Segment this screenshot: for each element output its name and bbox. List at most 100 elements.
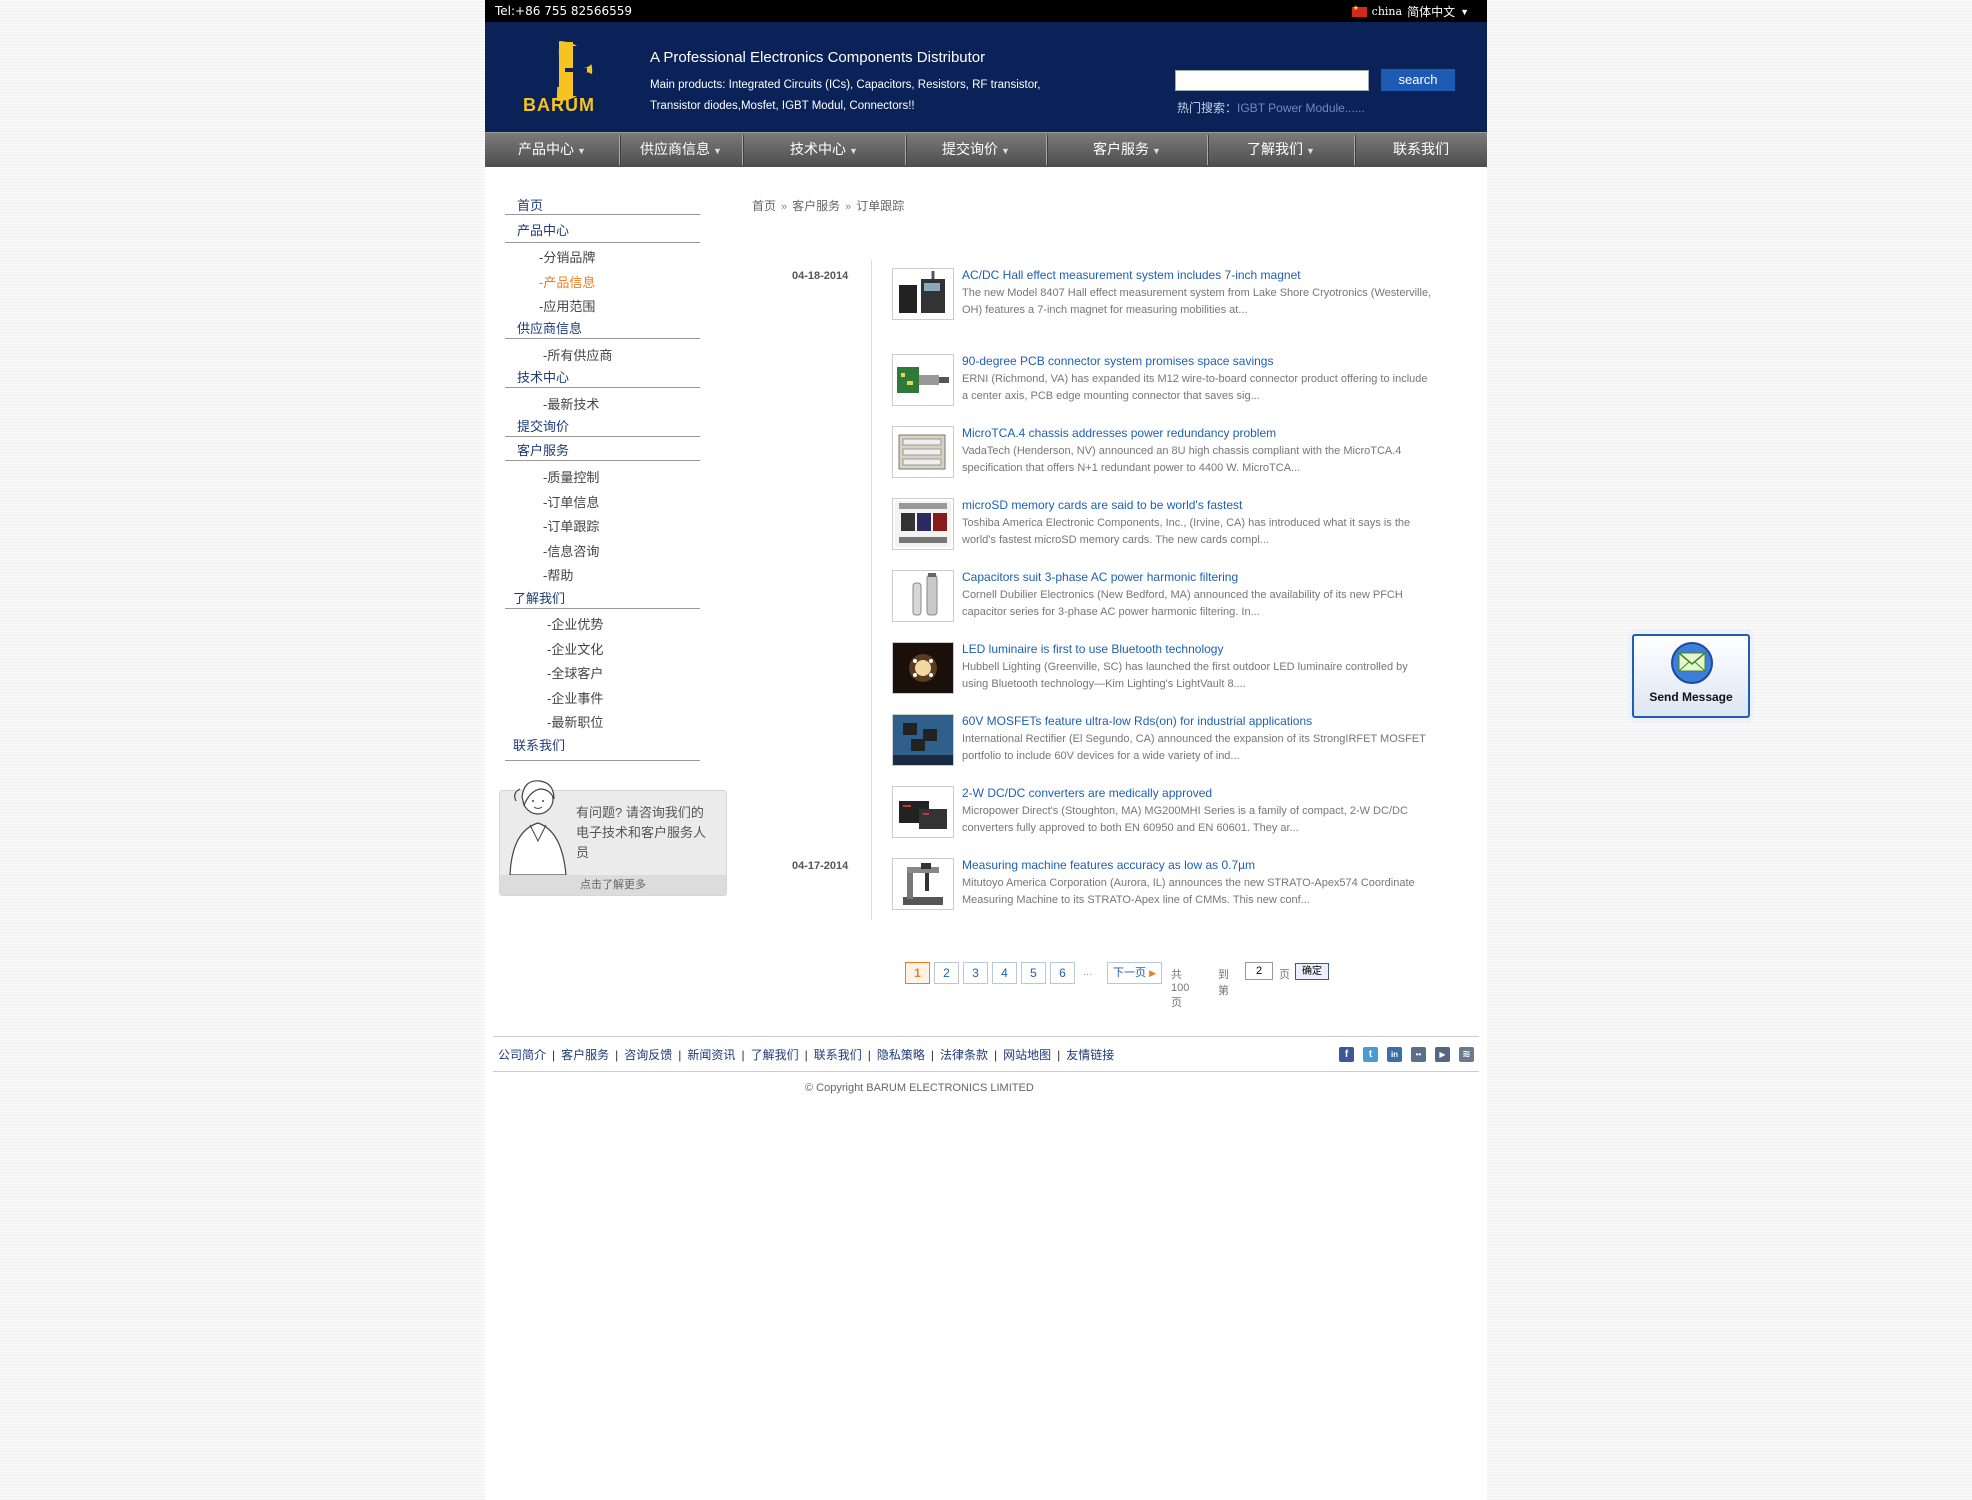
pcb-connector-photo[interactable] bbox=[892, 354, 954, 406]
sidebar-item-products[interactable]: 产品中心 bbox=[517, 220, 569, 239]
footer-link-feedback[interactable]: 咨询反馈 bbox=[624, 1048, 672, 1062]
sidebar-item-tech[interactable]: 技术中心 bbox=[517, 367, 569, 386]
news-title-link[interactable]: 2-W DC/DC converters are medically appro… bbox=[962, 786, 1212, 800]
chevron-down-icon: ▼ bbox=[1152, 146, 1161, 156]
hot-search: 热门搜索：IGBT Power Module...... bbox=[1177, 99, 1365, 116]
page-5-button[interactable]: 5 bbox=[1021, 962, 1046, 984]
footer-link-sitemap[interactable]: 网站地图 bbox=[1003, 1048, 1051, 1062]
search-input[interactable] bbox=[1175, 70, 1369, 91]
sidebar-subitem-quality[interactable]: -质量控制 bbox=[543, 467, 599, 486]
news-item: LED luminaire is first to use Bluetooth … bbox=[892, 642, 1432, 710]
page-4-button[interactable]: 4 bbox=[992, 962, 1017, 984]
send-message-button[interactable]: Send Message bbox=[1632, 634, 1750, 718]
sidebar-subitem-order-info[interactable]: -订单信息 bbox=[543, 492, 599, 511]
linkedin-icon[interactable]: in bbox=[1387, 1047, 1402, 1062]
next-page-button[interactable]: 下一页 ▶ bbox=[1107, 962, 1162, 984]
sidebar-subitem-events[interactable]: -企业事件 bbox=[547, 688, 603, 707]
footer-link-friends[interactable]: 友情链接 bbox=[1066, 1048, 1114, 1062]
help-more-link[interactable]: 点击了解更多 bbox=[500, 875, 726, 895]
help-box[interactable]: 有问题? 请咨询我们的电子技术和客户服务人员 点击了解更多 bbox=[499, 780, 727, 896]
footer-link-company[interactable]: 公司简介 bbox=[498, 1048, 546, 1062]
nav-label: 了解我们 bbox=[1247, 141, 1304, 157]
sidebar-item-inquiry[interactable]: 提交询价 bbox=[517, 416, 569, 435]
sidebar-item-service[interactable]: 客户服务 bbox=[517, 440, 569, 459]
sidebar-subitem-brands[interactable]: -分销品牌 bbox=[539, 247, 595, 266]
rss-icon[interactable]: ≋ bbox=[1459, 1047, 1474, 1062]
news-description: Cornell Dubilier Electronics (New Bedfor… bbox=[962, 589, 1403, 618]
page-3-button[interactable]: 3 bbox=[963, 962, 988, 984]
sidebar-subitem-culture[interactable]: -企业文化 bbox=[547, 639, 603, 658]
language-selector[interactable]: china 简体中文 ▼ bbox=[1351, 3, 1469, 20]
sidebar-subitem-help[interactable]: -帮助 bbox=[543, 565, 573, 584]
breadcrumb-section[interactable]: 客户服务 bbox=[792, 199, 840, 213]
page-6-button[interactable]: 6 bbox=[1050, 962, 1075, 984]
dcdc-converter-photo[interactable] bbox=[892, 786, 954, 838]
sidebar-subitem-jobs[interactable]: -最新职位 bbox=[547, 712, 603, 731]
news-description: The new Model 8407 Hall effect measureme… bbox=[962, 287, 1432, 316]
microsd-photo[interactable] bbox=[892, 498, 954, 550]
pager-confirm-button[interactable]: 确定 bbox=[1295, 963, 1329, 980]
news-title-link[interactable]: 90-degree PCB connector system promises … bbox=[962, 354, 1273, 368]
flickr-icon[interactable]: •• bbox=[1411, 1047, 1426, 1062]
copyright: © Copyright BARUM ELECTRONICS LIMITED bbox=[805, 1082, 1034, 1094]
nav-label: 联系我们 bbox=[1393, 141, 1449, 157]
sidebar-subitem-advantages[interactable]: -企业优势 bbox=[547, 614, 603, 633]
news-title-link[interactable]: Measuring machine features accuracy as l… bbox=[962, 858, 1255, 872]
search-button[interactable]: search bbox=[1381, 69, 1455, 91]
footer-link-news[interactable]: 新闻资讯 bbox=[687, 1048, 735, 1062]
news-title-link[interactable]: LED luminaire is first to use Bluetooth … bbox=[962, 642, 1223, 656]
twitter-icon[interactable]: t bbox=[1363, 1047, 1378, 1062]
sidebar-item-suppliers[interactable]: 供应商信息 bbox=[517, 318, 582, 337]
footer-link-contact[interactable]: 联系我们 bbox=[814, 1048, 862, 1062]
news-title-link[interactable]: microSD memory cards are said to be worl… bbox=[962, 498, 1242, 512]
footer-link-service[interactable]: 客户服务 bbox=[561, 1048, 609, 1062]
chassis-photo[interactable] bbox=[892, 426, 954, 478]
sidebar-item-home[interactable]: 首页 bbox=[517, 195, 543, 214]
footer-link-privacy[interactable]: 隐私策略 bbox=[877, 1048, 925, 1062]
chevron-down-icon: ▼ bbox=[1460, 6, 1469, 17]
sidebar-subitem-latest-tech[interactable]: -最新技术 bbox=[543, 394, 599, 413]
sidebar-subitem-global-clients[interactable]: -全球客户 bbox=[547, 663, 603, 682]
nav-item-service[interactable]: 客户服务 ▼ bbox=[1047, 133, 1207, 167]
hot-search-label: 热门搜索： bbox=[1177, 101, 1238, 115]
nav-item-suppliers[interactable]: 供应商信息 ▼ bbox=[620, 133, 742, 167]
sidebar-subitem-order-tracking[interactable]: -订单跟踪 bbox=[543, 516, 599, 535]
nav-label: 产品中心 bbox=[518, 141, 575, 157]
led-luminaire-photo[interactable] bbox=[892, 642, 954, 694]
cmm-photo[interactable] bbox=[892, 858, 954, 910]
news-title-link[interactable]: Capacitors suit 3-phase AC power harmoni… bbox=[962, 570, 1238, 584]
sidebar-item-about[interactable]: 了解我们 bbox=[513, 588, 565, 607]
nav-item-about[interactable]: 了解我们 ▼ bbox=[1208, 133, 1354, 167]
youtube-icon[interactable]: ▶ bbox=[1435, 1047, 1450, 1062]
mosfet-photo[interactable] bbox=[892, 714, 954, 766]
nav-item-inquiry[interactable]: 提交询价 ▼ bbox=[906, 133, 1046, 167]
sidebar-item-contact[interactable]: 联系我们 bbox=[513, 735, 565, 754]
breadcrumb-home[interactable]: 首页 bbox=[752, 199, 776, 213]
phone-number: Tel:+86 755 82566559 bbox=[495, 4, 632, 18]
capacitor-photo[interactable] bbox=[892, 570, 954, 622]
news-title-link[interactable]: 60V MOSFETs feature ultra-low Rds(on) fo… bbox=[962, 714, 1312, 728]
page-number-input[interactable]: 2 bbox=[1245, 962, 1273, 980]
measurement-system-photo[interactable] bbox=[892, 268, 954, 320]
facebook-icon[interactable]: f bbox=[1339, 1047, 1354, 1062]
footer-link-legal[interactable]: 法律条款 bbox=[940, 1048, 988, 1062]
nav-item-tech[interactable]: 技术中心 ▼ bbox=[743, 133, 905, 167]
divider bbox=[505, 460, 700, 461]
footer-link-about[interactable]: 了解我们 bbox=[751, 1048, 799, 1062]
page-2-button[interactable]: 2 bbox=[934, 962, 959, 984]
hot-search-link[interactable]: IGBT Power Module...... bbox=[1237, 101, 1365, 115]
main-nav: 产品中心 ▼ 供应商信息 ▼ 技术中心 ▼ 提交询价 ▼ 客户服务 ▼ 了解我们 ▼ 联系我… bbox=[485, 132, 1487, 167]
sidebar-subitem-consulting[interactable]: -信息咨询 bbox=[543, 541, 599, 560]
language-label: 简体中文 bbox=[1407, 5, 1456, 19]
nav-item-products[interactable]: 产品中心 ▼ bbox=[485, 133, 619, 167]
separator: | bbox=[994, 1048, 998, 1062]
chevron-down-icon: ▼ bbox=[577, 146, 586, 156]
sidebar-subitem-applications[interactable]: -应用范围 bbox=[539, 296, 595, 315]
sidebar-subitem-product-info[interactable]: -产品信息 bbox=[539, 272, 595, 291]
sidebar-subitem-all-suppliers[interactable]: -所有供应商 bbox=[543, 345, 612, 364]
news-title-link[interactable]: MicroTCA.4 chassis addresses power redun… bbox=[962, 426, 1276, 440]
news-item: AC/DC Hall effect measurement system inc… bbox=[892, 268, 1432, 336]
news-title-link[interactable]: AC/DC Hall effect measurement system inc… bbox=[962, 268, 1301, 282]
page-1-button[interactable]: 1 bbox=[905, 962, 930, 984]
nav-item-contact[interactable]: 联系我们 bbox=[1355, 133, 1487, 167]
